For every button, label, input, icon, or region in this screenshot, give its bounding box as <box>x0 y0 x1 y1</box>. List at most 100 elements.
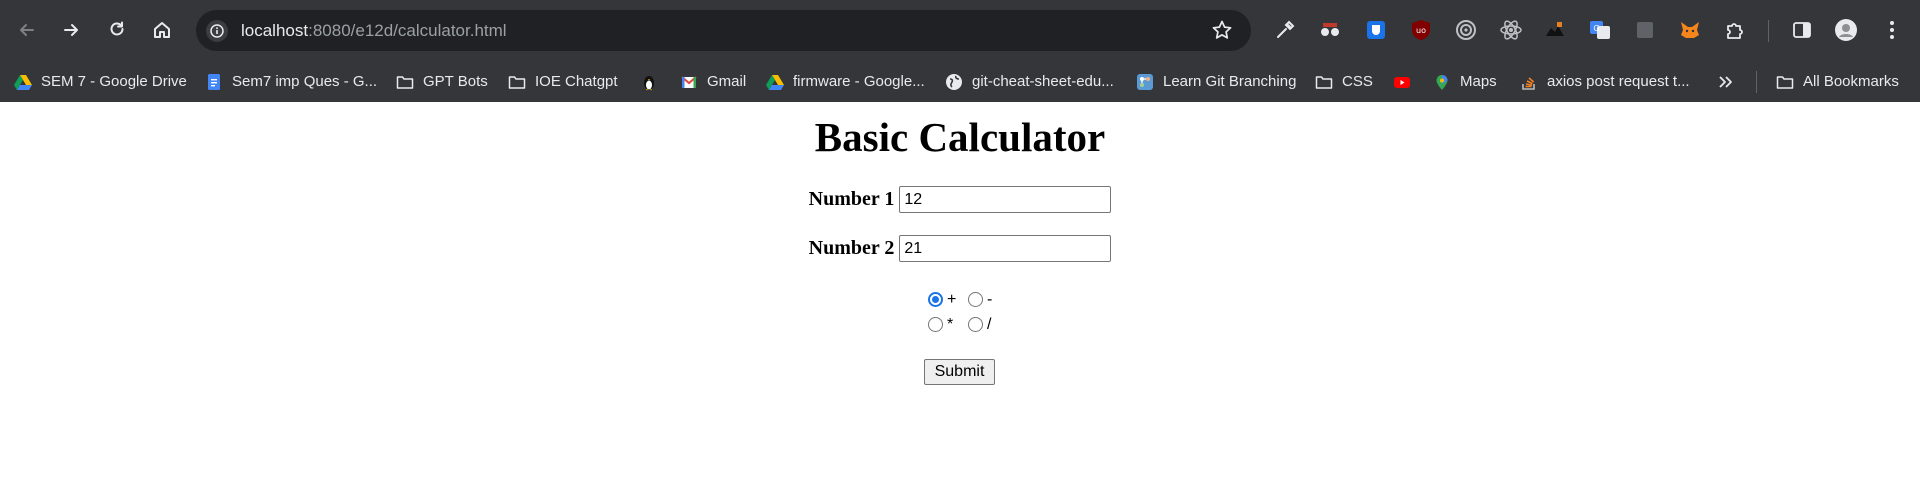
bookmark-item[interactable]: firmware - Google... <box>766 61 925 102</box>
operation-radio-group: + - * / <box>928 287 1008 337</box>
operation-multiply-option[interactable]: * <box>928 316 968 334</box>
bookmark-label: git-cheat-sheet-edu... <box>972 73 1114 90</box>
svg-text:G: G <box>1593 24 1599 33</box>
bookmark-label: Gmail <box>707 73 747 90</box>
google-docs-icon <box>205 73 223 91</box>
bookmark-label: Learn Git Branching <box>1163 73 1297 90</box>
number2-row: Number 2 <box>0 235 1920 262</box>
url-host: localhost <box>241 21 309 40</box>
bookmark-star-icon[interactable] <box>1211 19 1233 46</box>
operation-divide-option[interactable]: / <box>968 316 1008 334</box>
google-drive-icon <box>14 73 32 91</box>
chevron-double-right-icon <box>1716 73 1734 91</box>
address-bar[interactable]: localhost:8080/e12d/calculator.html <box>196 10 1251 51</box>
bookmark-item[interactable] <box>640 61 667 102</box>
bookmark-item[interactable]: GPT Bots <box>396 61 488 102</box>
menu-kebab-icon[interactable] <box>1879 17 1905 43</box>
reload-icon <box>110 21 124 36</box>
operation-subtract-option[interactable]: - <box>968 291 1008 309</box>
svg-text:uo: uo <box>1416 26 1426 35</box>
bookmarks-bar: SEM 7 - Google Drive Sem7 imp Ques - G..… <box>0 61 1920 102</box>
folder-icon <box>396 73 414 91</box>
git-branching-icon <box>1136 73 1154 91</box>
gmail-icon <box>680 73 698 91</box>
home-button[interactable] <box>147 15 177 45</box>
bookmark-label: SEM 7 - Google Drive <box>41 73 187 90</box>
folder-icon <box>1315 73 1333 91</box>
bookmark-item[interactable]: SEM 7 - Google Drive <box>14 61 187 102</box>
bitwarden-icon[interactable] <box>1363 17 1389 43</box>
globe-icon <box>945 73 963 91</box>
bookmark-label: axios post request t... <box>1547 73 1690 90</box>
url-text: localhost:8080/e12d/calculator.html <box>241 10 507 51</box>
operation-multiply-radio[interactable] <box>928 317 943 332</box>
site-info-icon[interactable] <box>206 20 228 42</box>
all-bookmarks-button[interactable]: All Bookmarks <box>1776 61 1899 102</box>
bookmark-item[interactable]: Sem7 imp Ques - G... <box>205 61 377 102</box>
react-devtools-icon[interactable] <box>1498 17 1524 43</box>
folder-icon <box>508 73 526 91</box>
bookmark-item[interactable]: Gmail <box>680 61 746 102</box>
radio-line: * / <box>928 312 1008 337</box>
profile-avatar-icon[interactable] <box>1833 17 1859 43</box>
bookmark-item[interactable]: IOE Chatgpt <box>508 61 618 102</box>
bookmark-item[interactable]: Learn Git Branching <box>1136 61 1296 102</box>
spy-glasses-icon[interactable] <box>1317 17 1343 43</box>
home-icon <box>154 22 170 38</box>
bookmark-item[interactable]: git-cheat-sheet-edu... <box>945 61 1114 102</box>
stackoverflow-icon <box>1520 73 1538 91</box>
operation-add-radio[interactable] <box>928 292 943 307</box>
radio-dot <box>932 296 939 303</box>
bookmarks-divider <box>1756 71 1757 93</box>
target-circle-icon[interactable] <box>1453 17 1479 43</box>
calculator-page: Basic Calculator Number 1 Number 2 + - * <box>0 102 1920 477</box>
browser-chrome: localhost:8080/e12d/calculator.html uo G… <box>0 0 1920 102</box>
extension-gray-icon[interactable] <box>1632 17 1658 43</box>
operation-multiply-label: * <box>947 315 954 333</box>
number1-input[interactable] <box>899 186 1112 213</box>
operation-divide-radio[interactable] <box>968 317 983 332</box>
bookmark-label: All Bookmarks <box>1803 73 1899 90</box>
bookmark-label: CSS <box>1342 73 1373 90</box>
more-bookmarks-button[interactable] <box>1716 61 1743 102</box>
arrow-left-icon <box>20 24 34 36</box>
linux-penguin-icon <box>640 73 658 91</box>
operation-add-label: + <box>947 290 957 308</box>
toolbar-divider <box>1768 20 1769 42</box>
bookmark-item[interactable] <box>1393 61 1420 102</box>
operation-subtract-radio[interactable] <box>968 292 983 307</box>
google-maps-icon <box>1433 73 1451 91</box>
bookmark-label: Maps <box>1460 73 1497 90</box>
number1-label: Number 1 <box>808 188 895 210</box>
reload-button[interactable] <box>102 15 132 45</box>
extensions-puzzle-icon[interactable] <box>1722 17 1748 43</box>
bookmark-label: Sem7 imp Ques - G... <box>232 73 378 90</box>
extension-dark-icon[interactable] <box>1542 17 1568 43</box>
side-panel-icon[interactable] <box>1789 17 1815 43</box>
bookmark-label: GPT Bots <box>423 73 488 90</box>
eyedropper-icon[interactable] <box>1272 17 1298 43</box>
bookmark-item[interactable]: axios post request t... <box>1520 61 1690 102</box>
number2-input[interactable] <box>899 235 1112 262</box>
back-button[interactable] <box>12 15 42 45</box>
ublock-origin-icon[interactable]: uo <box>1408 17 1434 43</box>
folder-icon <box>1776 73 1794 91</box>
forward-button[interactable] <box>56 15 86 45</box>
browser-toolbar: localhost:8080/e12d/calculator.html uo G <box>0 0 1920 61</box>
metamask-fox-icon[interactable] <box>1677 17 1703 43</box>
arrow-right-icon <box>64 24 78 36</box>
google-drive-icon <box>766 73 784 91</box>
bookmark-label: firmware - Google... <box>793 73 925 90</box>
radio-line: + - <box>928 287 1008 312</box>
operation-add-option[interactable]: + <box>928 291 968 309</box>
submit-button[interactable]: Submit <box>924 359 995 385</box>
google-translate-icon[interactable]: G <box>1587 17 1613 43</box>
operation-divide-label: / <box>987 315 992 333</box>
youtube-icon <box>1393 73 1411 91</box>
operation-subtract-label: - <box>987 290 993 308</box>
number2-label: Number 2 <box>808 237 895 259</box>
bookmark-item[interactable]: CSS <box>1315 61 1373 102</box>
number1-row: Number 1 <box>0 186 1920 213</box>
bookmark-item[interactable]: Maps <box>1433 61 1497 102</box>
page-title: Basic Calculator <box>814 114 1106 160</box>
